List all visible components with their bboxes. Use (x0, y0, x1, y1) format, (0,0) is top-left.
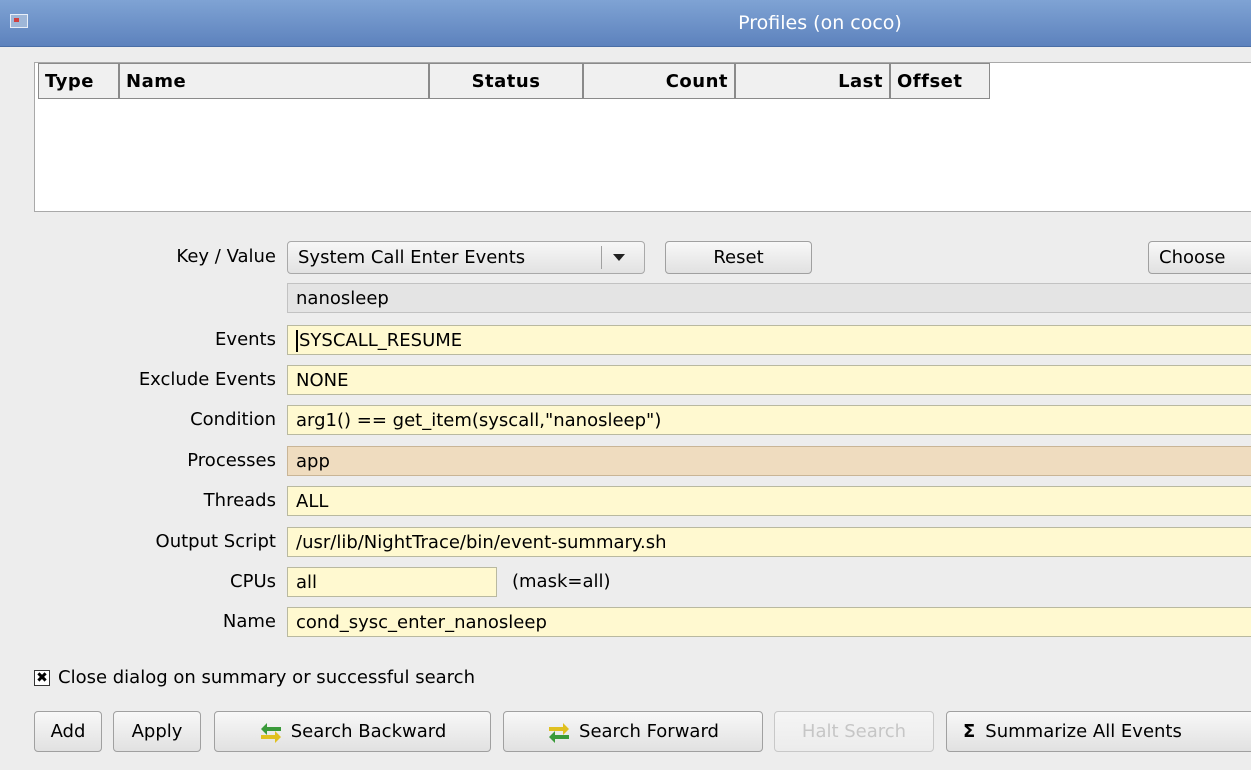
search-forward-button[interactable]: Search Forward (503, 711, 763, 752)
sigma-icon: Σ (963, 721, 976, 742)
key-value-dropdown[interactable]: System Call Enter Events (287, 241, 645, 274)
search-backward-icon (260, 723, 281, 743)
name-label: Name (222, 611, 276, 632)
key-value-field[interactable]: nanosleep (287, 283, 1251, 313)
summarize-all-events-button[interactable]: Σ Summarize All Events (946, 711, 1251, 752)
name-field[interactable]: cond_sysc_enter_nanosleep (287, 607, 1251, 637)
close-dialog-label[interactable]: Close dialog on summary or successful se… (58, 666, 475, 690)
text-cursor (296, 330, 298, 352)
exclude-events-field[interactable]: NONE (287, 365, 1251, 395)
apply-button[interactable]: Apply (113, 711, 201, 752)
exclude-events-label: Exclude Events (138, 369, 276, 390)
cpus-mask-text: (mask=all) (512, 571, 611, 592)
window-icon[interactable] (10, 14, 28, 28)
column-header-name[interactable]: Name (119, 63, 429, 99)
output-script-label: Output Script (155, 531, 276, 552)
column-header-status[interactable]: Status (429, 63, 583, 99)
column-header-type[interactable]: Type (38, 63, 119, 99)
condition-field[interactable]: arg1() == get_item(syscall,"nanosleep") (287, 405, 1251, 435)
search-forward-icon (549, 723, 570, 743)
events-field[interactable]: SYSCALL_RESUME (287, 325, 1251, 355)
condition-label: Condition (190, 409, 276, 430)
reset-button[interactable]: Reset (665, 241, 812, 274)
search-forward-label: Search Forward (579, 721, 719, 742)
cpus-label: CPUs (230, 571, 276, 592)
column-header-last[interactable]: Last (735, 63, 890, 99)
search-backward-button[interactable]: Search Backward (214, 711, 491, 752)
search-backward-label: Search Backward (290, 721, 447, 742)
key-value-selected: System Call Enter Events (298, 247, 526, 268)
key-value-label: Key / Value (176, 246, 276, 267)
output-script-field[interactable]: /usr/lib/NightTrace/bin/event-summary.sh (287, 527, 1251, 557)
column-header-offset[interactable]: Offset (890, 63, 990, 99)
close-dialog-checkbox[interactable]: ✖ (34, 670, 50, 686)
cpus-field[interactable]: all (287, 567, 497, 597)
column-header-count[interactable]: Count (583, 63, 735, 99)
chevron-down-icon (613, 254, 625, 261)
choose-button[interactable]: Choose (1148, 241, 1251, 274)
events-value: SYSCALL_RESUME (299, 330, 463, 351)
summarize-label: Summarize All Events (985, 721, 1182, 742)
combo-separator (601, 246, 602, 269)
threads-field[interactable]: ALL (287, 486, 1251, 516)
title-bar: Profiles (on coco) (0, 0, 1251, 47)
profiles-table[interactable]: Type Name Status Count Last Offset (34, 62, 1251, 212)
events-label: Events (215, 329, 276, 350)
threads-label: Threads (203, 490, 276, 511)
halt-search-button: Halt Search (774, 711, 934, 752)
add-button[interactable]: Add (34, 711, 102, 752)
window-title: Profiles (on coco) (738, 12, 902, 34)
processes-label: Processes (187, 450, 276, 471)
processes-field[interactable]: app (287, 446, 1251, 476)
